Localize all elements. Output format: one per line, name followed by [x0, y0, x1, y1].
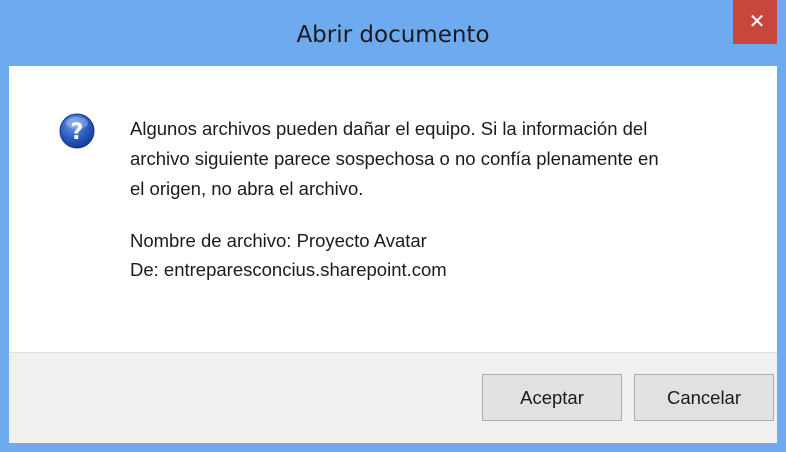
message-line: el origen, no abra el archivo. [130, 178, 364, 199]
file-source-label: De: entreparesconcius.sharepoint.com [130, 259, 447, 280]
message-line: archivo siguiente parece sospechosa o no… [130, 148, 659, 169]
dialog-content: ? Algunos archivos pueden dañar el equip… [9, 66, 777, 352]
svg-text:?: ? [71, 120, 84, 145]
file-details: Nombre de archivo: Proyecto Avatar De: e… [130, 226, 447, 284]
warning-message: Algunos archivos pueden dañar el equipo.… [130, 114, 770, 204]
close-button[interactable]: ✕ [733, 0, 781, 44]
dialog-title: Abrir documento [296, 22, 490, 48]
file-name-label: Nombre de archivo: Proyecto Avatar [130, 230, 427, 251]
accept-button[interactable]: Aceptar [482, 374, 622, 421]
cancel-button[interactable]: Cancelar [634, 374, 774, 421]
close-icon: ✕ [748, 9, 766, 33]
question-icon: ? [59, 113, 95, 149]
message-line: Algunos archivos pueden dañar el equipo.… [130, 118, 648, 139]
title-bar: Abrir documento ✕ [0, 0, 786, 66]
open-document-dialog: Abrir documento ✕ ? Algunos archivos pue… [0, 0, 786, 452]
button-bar: Aceptar Cancelar [9, 352, 777, 443]
